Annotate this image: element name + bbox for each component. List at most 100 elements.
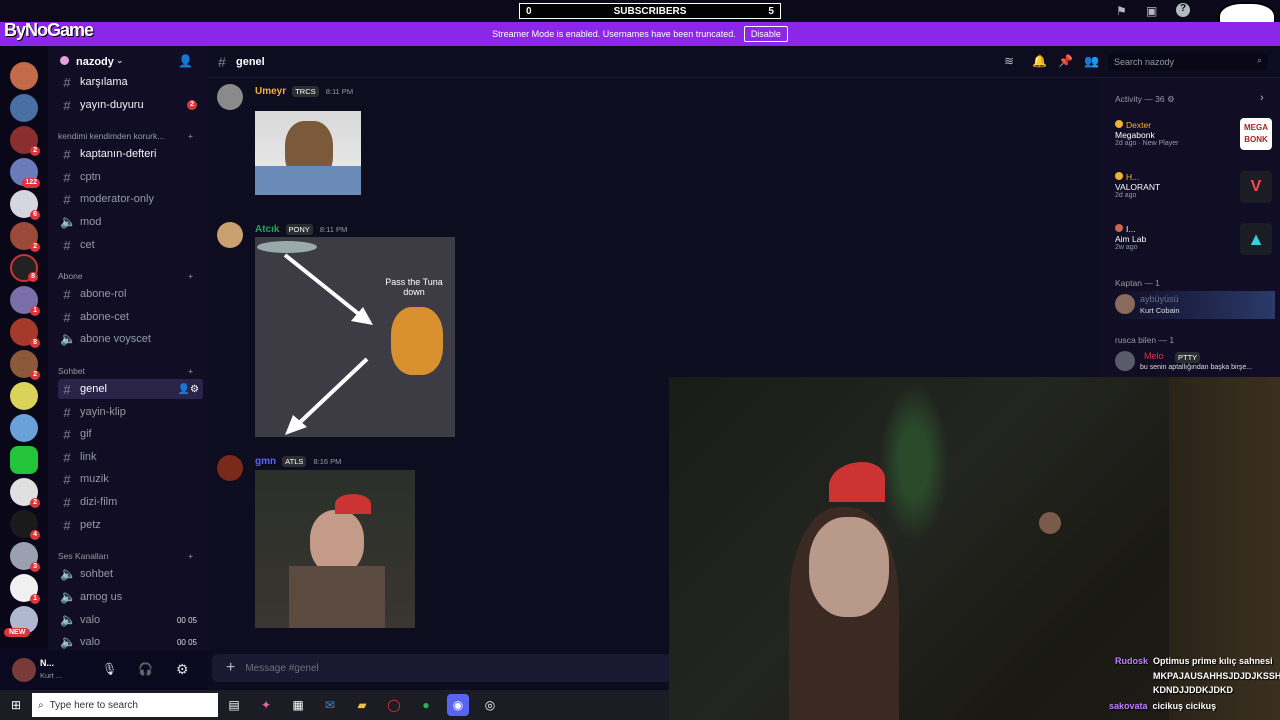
add-channel-icon[interactable]: + — [188, 131, 193, 141]
disable-streamer-mode-button[interactable]: Disable — [743, 26, 788, 42]
server-icon[interactable]: 6 — [10, 190, 40, 220]
microphone-icon[interactable]: 🎙 — [102, 662, 117, 676]
category-header[interactable]: Abone + — [58, 271, 193, 281]
store-icon[interactable]: ▦ — [287, 694, 309, 716]
spotify-icon[interactable]: ● — [415, 694, 437, 716]
megabonk-icon[interactable]: MEGA BONK — [1240, 118, 1272, 150]
chevron-down-icon[interactable]: ⌄ — [116, 55, 124, 66]
message-image[interactable] — [255, 111, 361, 195]
inbox-icon[interactable]: ▣ — [1146, 4, 1157, 18]
discord-icon[interactable]: ◉ — [447, 694, 469, 716]
gear-icon[interactable]: ⚙ — [176, 661, 189, 678]
aimlab-icon[interactable]: ▲ — [1240, 223, 1272, 255]
channel-item[interactable]: # yayin-klip — [58, 402, 203, 422]
server-icon[interactable]: 2 — [10, 222, 40, 252]
members-icon[interactable]: 👥 — [1084, 54, 1099, 68]
taskbar-search[interactable]: ⌕ Type here to search — [32, 693, 218, 717]
help-icon[interactable]: ? — [1176, 3, 1190, 17]
server-icon[interactable]: 2 — [10, 350, 40, 380]
server-name[interactable]: nazody — [76, 56, 114, 68]
channel-item[interactable]: # muzik — [58, 469, 203, 489]
windows-start-icon[interactable]: ⊞ — [5, 694, 27, 716]
avatar[interactable] — [12, 658, 36, 682]
server-icon[interactable] — [10, 62, 38, 90]
message-author[interactable]: gmn — [255, 456, 276, 467]
server-icon[interactable] — [10, 382, 38, 410]
member-item[interactable]: aybüyüsü Kurt Cobain — [1110, 291, 1275, 319]
meme-image[interactable]: Pass the Tuna down — [255, 237, 455, 437]
activity-header[interactable]: Activity — 36 ⚙ — [1115, 94, 1175, 105]
avatar[interactable] — [217, 222, 243, 248]
channel-item[interactable]: # abone-rol — [58, 284, 203, 304]
category-header[interactable]: kendimi kendimden korurk... + — [58, 131, 193, 141]
file-explorer-icon[interactable]: ▰ — [351, 694, 373, 716]
voice-channel[interactable]: 🔈 amog us — [58, 587, 203, 607]
add-channel-icon[interactable]: + — [188, 366, 193, 376]
opera-icon[interactable]: ◯ — [383, 694, 405, 716]
category-header[interactable]: Sohbet + — [58, 366, 193, 376]
category-header[interactable]: Ses Kanalları + — [58, 551, 193, 561]
channel-item[interactable]: # cptn — [58, 167, 203, 187]
activity-item[interactable]: H... VALORANT 2d ago — [1115, 172, 1160, 199]
channel-item[interactable]: 🔈 mod — [58, 212, 203, 232]
channel-item[interactable]: 🔈 abone voyscet — [58, 329, 203, 349]
channel-karsilama[interactable]: # karşılama — [58, 72, 203, 92]
bell-icon[interactable]: 🔔 — [1032, 54, 1047, 68]
server-icon[interactable]: 2 — [10, 126, 40, 156]
settings-icon[interactable]: 👤⚙ — [178, 384, 199, 395]
add-channel-icon[interactable]: + — [188, 271, 193, 281]
avatar[interactable] — [217, 84, 243, 110]
channel-item[interactable]: # dizi-film — [58, 492, 203, 512]
server-icon[interactable]: 1 — [10, 574, 40, 604]
clan-tag[interactable]: PONY — [285, 224, 313, 235]
copilot-icon[interactable]: ✦ — [255, 694, 277, 716]
voice-channel[interactable]: 🔈 sohbet — [58, 564, 203, 584]
voice-channel[interactable]: 🔈 valo 00 05 — [58, 610, 203, 630]
task-view-icon[interactable]: ▤ — [223, 694, 245, 716]
message-image[interactable] — [255, 470, 415, 628]
clan-tag[interactable]: ATLS — [282, 456, 307, 467]
message-author[interactable]: Umeyr — [255, 86, 286, 97]
add-attachment-icon[interactable]: + — [226, 659, 235, 677]
user-name[interactable]: N... — [40, 658, 54, 668]
voice-channel[interactable]: 🔈 valo 00 05 — [58, 632, 203, 652]
pin-icon[interactable]: 📌 — [1058, 54, 1073, 68]
outlook-icon[interactable]: ✉ — [319, 694, 341, 716]
message-author[interactable]: Atcık — [255, 224, 279, 235]
chevron-right-icon[interactable]: › — [1260, 92, 1264, 104]
avatar[interactable] — [217, 455, 243, 481]
activity-item[interactable]: I... Aim Lab 2w ago — [1115, 224, 1146, 251]
server-icon[interactable]: 4 — [10, 510, 40, 540]
add-channel-icon[interactable]: + — [188, 551, 193, 561]
server-icon[interactable]: 2 — [10, 478, 40, 508]
channel-item[interactable]: # petz — [58, 515, 203, 535]
server-icon[interactable]: 3 — [10, 542, 40, 572]
valorant-icon[interactable]: V — [1240, 171, 1272, 203]
server-icon[interactable]: 1 — [10, 286, 40, 316]
channel-item[interactable]: # cet — [58, 235, 203, 255]
server-icon[interactable] — [10, 94, 38, 122]
obs-icon[interactable]: ◎ — [479, 694, 501, 716]
channel-genel[interactable]: # genel 👤⚙ — [58, 379, 203, 399]
channel-item[interactable]: # moderator-only — [58, 189, 203, 209]
server-icon[interactable] — [10, 414, 38, 442]
channel-item[interactable]: # gif — [58, 424, 203, 444]
channel-item[interactable]: # link — [58, 447, 203, 467]
headphones-icon[interactable]: 🎧 — [138, 662, 153, 676]
clan-tag[interactable]: TRCS — [292, 86, 319, 97]
server-icon[interactable] — [10, 446, 38, 474]
gear-icon[interactable]: ⚙ — [1167, 94, 1175, 104]
activity-item[interactable]: Dexter Megabonk 2d ago · New Player — [1115, 120, 1178, 147]
server-icon[interactable]: 8 — [10, 254, 38, 282]
channel-item[interactable]: # abone-cet — [58, 307, 203, 327]
channel-item[interactable]: # kaptanın-defteri — [58, 144, 203, 164]
message-input[interactable]: + Message #genel — [212, 654, 672, 682]
threads-icon[interactable]: ≋ — [1004, 54, 1014, 68]
flag-icon[interactable]: ⚑ — [1116, 4, 1127, 18]
search-input[interactable]: Search nazody ⌕ — [1108, 53, 1268, 71]
server-icon[interactable]: 122 — [10, 158, 40, 188]
member-item[interactable]: Melo PTTY bu senin aptallığından başka b… — [1110, 348, 1275, 376]
channel-yayin-duyuru[interactable]: # yayın-duyuru 2 — [58, 95, 203, 115]
server-icon[interactable]: 8 — [10, 318, 40, 348]
add-member-icon[interactable]: 👤 — [178, 54, 193, 68]
